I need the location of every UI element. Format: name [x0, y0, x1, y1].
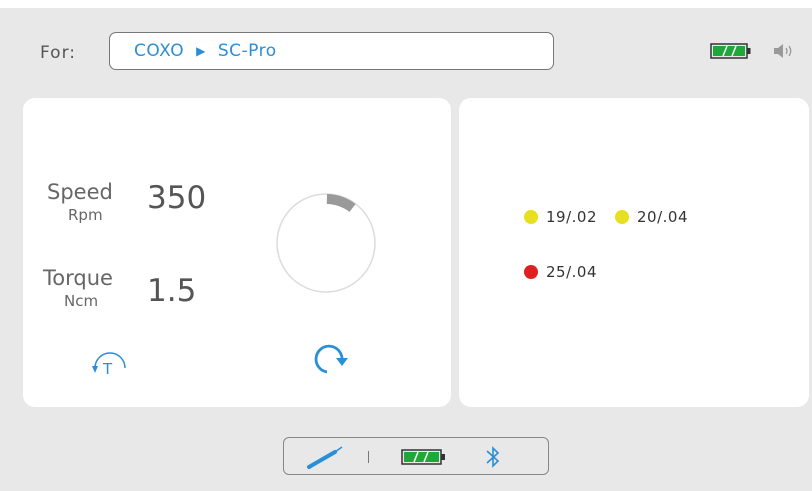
- play-arrow-icon: ▶: [196, 44, 206, 58]
- brand-label: COXO: [134, 41, 185, 61]
- file-label: 25/.04: [546, 263, 597, 281]
- svg-text:T: T: [102, 360, 113, 378]
- file-panel: 19/.02 20/.04 25/.04: [459, 98, 809, 407]
- app-screen: For: COXO ▶ SC-Pro Speed Rpm 350 Torque …: [0, 8, 812, 491]
- speed-value: 350: [147, 180, 207, 216]
- battery-icon: [710, 43, 751, 59]
- file-dot: [524, 210, 538, 224]
- file-item[interactable]: 20/.04: [615, 208, 688, 226]
- bluetooth-icon[interactable]: [484, 445, 502, 469]
- speed-label: Speed: [47, 180, 113, 204]
- speed-dial-fill: [326, 194, 356, 213]
- torque-reverse-icon[interactable]: T: [91, 348, 131, 378]
- speed-unit: Rpm: [68, 206, 103, 224]
- battery-icon: [401, 449, 445, 465]
- motor-panel: Speed Rpm 350 Torque Ncm 1.5 T: [23, 98, 451, 407]
- torque-label: Torque: [43, 266, 113, 290]
- rotate-clockwise-icon[interactable]: [307, 342, 355, 378]
- file-dot: [524, 265, 538, 279]
- status-bar: [283, 437, 549, 475]
- device-selector[interactable]: COXO ▶ SC-Pro: [109, 32, 554, 70]
- handpiece-icon: [307, 446, 343, 469]
- torque-value: 1.5: [147, 273, 197, 309]
- file-dot: [615, 210, 629, 224]
- file-item[interactable]: 19/.02: [524, 208, 597, 226]
- divider: [368, 451, 369, 463]
- model-label: SC-Pro: [217, 41, 277, 61]
- for-label: For:: [40, 43, 76, 63]
- speaker-icon[interactable]: [772, 41, 796, 61]
- file-label: 20/.04: [637, 208, 688, 226]
- speed-dial: [276, 193, 376, 293]
- file-label: 19/.02: [546, 208, 597, 226]
- file-item[interactable]: 25/.04: [524, 263, 597, 281]
- torque-unit: Ncm: [64, 292, 99, 310]
